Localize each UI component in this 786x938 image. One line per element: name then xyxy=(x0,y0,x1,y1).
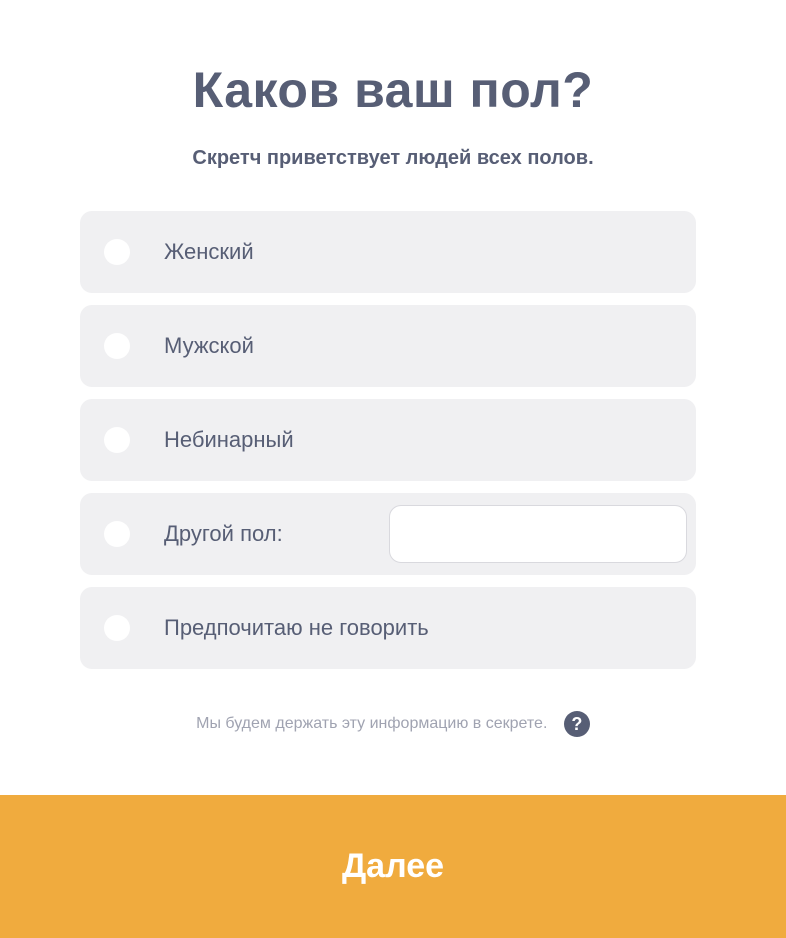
radio-button[interactable] xyxy=(104,521,130,547)
radio-button[interactable] xyxy=(104,427,130,453)
gender-option-male[interactable]: Мужской xyxy=(80,305,696,387)
option-label: Другой пол: xyxy=(164,521,283,546)
radio-button[interactable] xyxy=(104,615,130,641)
radio-button[interactable] xyxy=(104,333,130,359)
other-gender-input[interactable] xyxy=(389,505,687,563)
option-label: Предпочитаю не говорить xyxy=(164,615,429,640)
help-icon[interactable]: ? xyxy=(563,711,590,737)
gender-step-page: Каков ваш пол? Скретч приветствует людей… xyxy=(0,0,786,938)
page-title: Каков ваш пол? xyxy=(192,62,594,118)
page-subtitle: Скретч приветствует людей всех полов. xyxy=(192,147,594,169)
gender-options-list: Женский Мужской Небинарный Другой пол: П… xyxy=(80,211,696,669)
gender-option-other[interactable]: Другой пол: xyxy=(80,493,696,575)
option-label: Небинарный xyxy=(164,427,294,452)
privacy-text: Мы будем держать эту информацию в секрет… xyxy=(196,715,548,732)
next-button[interactable]: Далее xyxy=(0,795,786,938)
gender-option-prefer-not-to-say[interactable]: Предпочитаю не говорить xyxy=(80,587,696,669)
option-label: Женский xyxy=(164,239,254,264)
privacy-note: Мы будем держать эту информацию в секрет… xyxy=(0,707,786,741)
gender-option-female[interactable]: Женский xyxy=(80,211,696,293)
radio-button[interactable] xyxy=(104,239,130,265)
option-label: Мужской xyxy=(164,333,254,358)
gender-option-nonbinary[interactable]: Небинарный xyxy=(80,399,696,481)
